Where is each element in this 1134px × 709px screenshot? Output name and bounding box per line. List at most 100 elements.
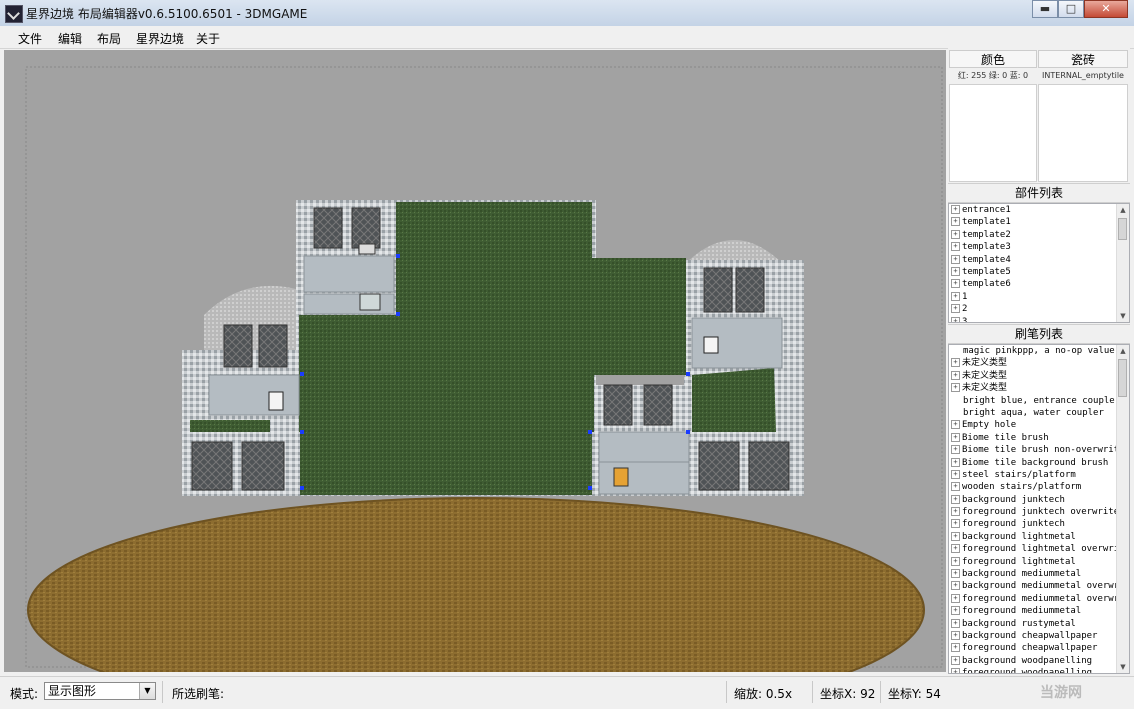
menu-file[interactable]: 文件 [18,30,42,47]
menu-edit[interactable]: 编辑 [58,30,82,47]
brush-list-item[interactable]: + 未定义类型 [949,357,1129,369]
brush-list-item[interactable]: + foreground junktech [949,518,1129,530]
brush-list-item[interactable]: + foreground cheapwallpaper [949,642,1129,654]
expand-icon[interactable]: + [951,358,960,368]
mode-select[interactable]: 显示图形 ▼ [44,682,156,700]
status-divider [880,681,881,703]
expand-icon[interactable]: + [951,266,960,276]
brush-list-item-label: background junktech [962,494,1065,505]
brush-list-item[interactable]: + 未定义类型 [949,382,1129,394]
expand-icon[interactable]: + [951,229,960,239]
expand-icon[interactable]: + [951,445,960,455]
brush-list-item[interactable]: + background junktech [949,494,1129,506]
parts-list-item-label: 2 [962,304,968,315]
minimize-button[interactable]: ▬ [1032,0,1058,18]
menu-layout[interactable]: 布局 [97,30,121,47]
brush-list-item[interactable]: + background mediummetal [949,568,1129,580]
brush-list-item[interactable]: + Biome tile brush [949,432,1129,444]
parts-list-item[interactable]: + template6 [949,278,1129,290]
chevron-down-icon[interactable]: ▼ [139,683,155,699]
expand-icon[interactable]: + [951,544,960,554]
scroll-down-icon[interactable]: ▼ [1117,661,1129,673]
expand-icon[interactable]: + [951,581,960,591]
brush-list-item[interactable]: + background woodpanelling [949,655,1129,667]
expand-icon[interactable]: + [951,494,960,504]
scroll-thumb[interactable] [1118,218,1127,240]
expand-icon[interactable]: + [951,304,960,314]
expand-icon[interactable]: + [951,291,960,301]
expand-icon[interactable]: + [951,432,960,442]
expand-icon[interactable]: + [951,420,960,430]
brush-list-item[interactable]: bright aqua, water coupler [949,407,1129,419]
brush-list-item[interactable]: + foreground mediummetal overwrite [949,593,1129,605]
expand-icon[interactable]: + [951,519,960,529]
parts-list-item[interactable]: + entrance1 [949,204,1129,216]
parts-list-item[interactable]: + template1 [949,216,1129,228]
brush-list-item[interactable]: + foreground lightmetal overwrite [949,543,1129,555]
brush-list-item[interactable]: + foreground junktech overwrite [949,506,1129,518]
brush-list-item[interactable]: + background rustymetal [949,618,1129,630]
expand-icon[interactable]: + [951,469,960,479]
expand-icon[interactable]: + [951,254,960,264]
scroll-up-icon[interactable]: ▲ [1117,345,1129,357]
brush-list-item[interactable]: + background mediummetal overwrite [949,580,1129,592]
parts-list[interactable]: + entrance1 + template1 + template2 + template3… [948,203,1130,323]
brush-list-item[interactable]: + wooden stairs/platform [949,481,1129,493]
brush-scrollbar[interactable]: ▲ ▼ [1116,345,1129,673]
parts-list-item[interactable]: + template2 [949,229,1129,241]
brush-list-item[interactable]: + Empty hole [949,419,1129,431]
close-button[interactable]: ✕ [1084,0,1128,18]
color-swatch[interactable] [949,84,1037,182]
brush-list-item[interactable]: + foreground lightmetal [949,556,1129,568]
expand-icon[interactable]: + [951,457,960,467]
expand-icon[interactable]: + [951,630,960,640]
expand-icon[interactable]: + [951,531,960,541]
parts-scrollbar[interactable]: ▲ ▼ [1116,204,1129,322]
brush-list-item[interactable]: + background lightmetal [949,531,1129,543]
brush-list[interactable]: magic pinkppp, a no-op value + 未定义类型 + 未定义类型… [948,344,1130,674]
expand-icon[interactable]: + [951,606,960,616]
expand-icon[interactable]: + [951,383,960,393]
brush-list-item[interactable]: + Biome tile background brush [949,457,1129,469]
brush-list-item[interactable]: + foreground mediummetal [949,605,1129,617]
brush-list-item[interactable]: + Biome tile brush non-overwrite [949,444,1129,456]
brush-list-item-label: bright blue, entrance coupler [963,395,1121,406]
expand-icon[interactable]: + [951,668,960,673]
parts-list-item[interactable]: +2 [949,303,1129,315]
expand-icon[interactable]: + [951,643,960,653]
color-value: 红: 255 绿: 0 蓝: 0 [957,71,1029,80]
parts-list-item[interactable]: +3 [949,316,1129,322]
scroll-down-icon[interactable]: ▼ [1117,310,1129,322]
expand-icon[interactable]: + [951,370,960,380]
expand-icon[interactable]: + [951,593,960,603]
tile-preview[interactable] [1038,84,1128,182]
brush-list-item[interactable]: + 未定义类型 [949,370,1129,382]
map-canvas[interactable] [4,50,946,672]
app-icon [5,5,23,23]
expand-icon[interactable]: + [951,482,960,492]
expand-icon[interactable]: + [951,507,960,517]
expand-icon[interactable]: + [951,655,960,665]
expand-icon[interactable]: + [951,217,960,227]
expand-icon[interactable]: + [951,242,960,252]
brush-list-item[interactable]: magic pinkppp, a no-op value [949,345,1129,357]
menu-starbound[interactable]: 星界边境 [136,30,184,47]
expand-icon[interactable]: + [951,556,960,566]
brush-list-item[interactable]: bright blue, entrance coupler [949,395,1129,407]
scroll-up-icon[interactable]: ▲ [1117,204,1129,216]
expand-icon[interactable]: + [951,569,960,579]
expand-icon[interactable]: + [951,279,960,289]
brush-list-item[interactable]: + foreground woodpanelling [949,667,1129,673]
scroll-thumb[interactable] [1118,359,1127,397]
expand-icon[interactable]: + [951,205,960,214]
parts-list-item[interactable]: + template3 [949,241,1129,253]
maximize-button[interactable]: □ [1058,0,1084,18]
parts-list-item[interactable]: +1 [949,291,1129,303]
expand-icon[interactable]: + [951,618,960,628]
menu-about[interactable]: 关于 [196,30,220,47]
brush-list-item[interactable]: + steel stairs/platform [949,469,1129,481]
expand-icon[interactable]: + [951,316,960,322]
parts-list-item[interactable]: + template5 [949,266,1129,278]
brush-list-item[interactable]: + background cheapwallpaper [949,630,1129,642]
parts-list-item[interactable]: + template4 [949,254,1129,266]
